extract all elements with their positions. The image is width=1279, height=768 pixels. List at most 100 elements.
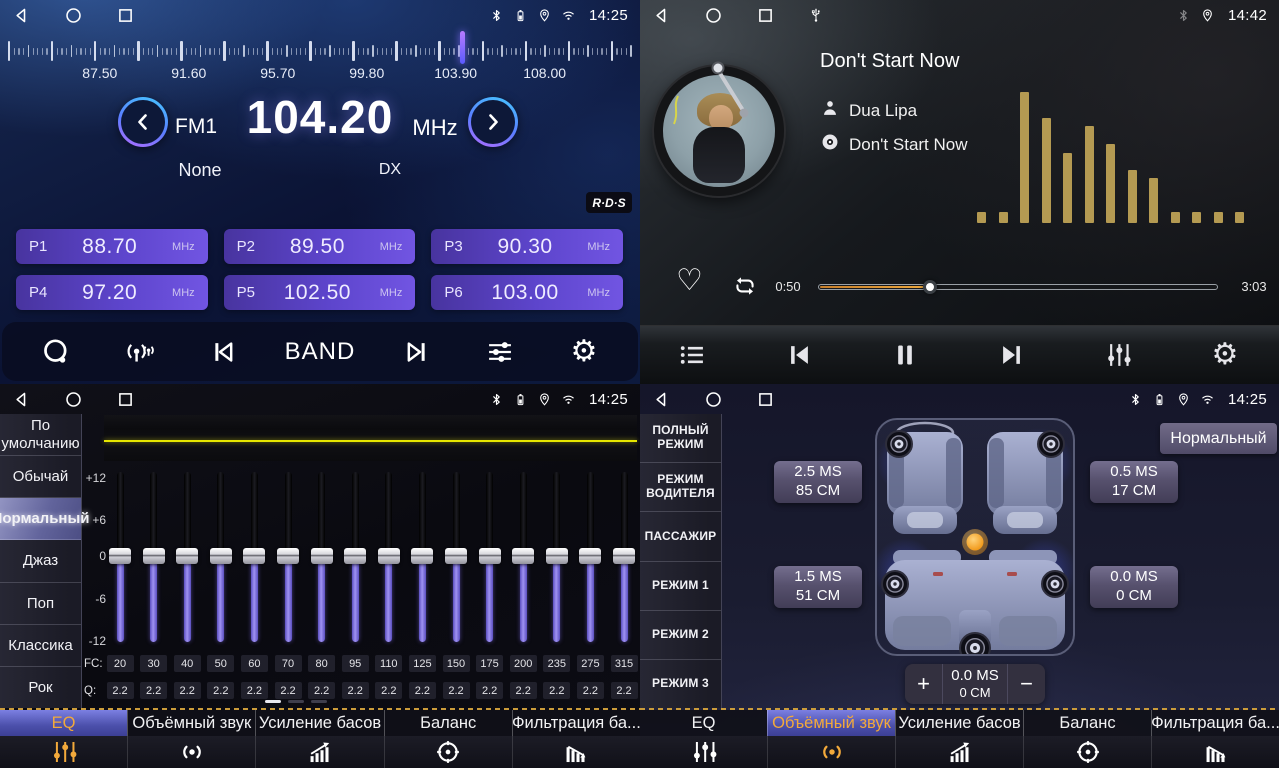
back-nav-icon[interactable]: [12, 6, 31, 25]
q-value-chip[interactable]: 2.2: [140, 682, 167, 699]
q-value-chip[interactable]: 2.2: [342, 682, 369, 699]
fc-value-chip[interactable]: 20: [107, 655, 134, 672]
q-value-chip[interactable]: 2.2: [476, 682, 503, 699]
delay-increase-button[interactable]: +: [905, 664, 942, 704]
slider-thumb[interactable]: [378, 548, 400, 564]
q-value-chip[interactable]: 2.2: [577, 682, 604, 699]
fc-value-chip[interactable]: 60: [241, 655, 268, 672]
preset-button-p3[interactable]: P390.30MHz: [431, 229, 623, 264]
q-value-chip[interactable]: 2.2: [308, 682, 335, 699]
listening-mode-item[interactable]: РЕЖИМ ВОДИТЕЛЯ: [640, 463, 721, 512]
page-indicator[interactable]: [265, 700, 327, 703]
preset-button-p1[interactable]: P188.70MHz: [16, 229, 208, 264]
home-nav-icon[interactable]: [704, 6, 723, 25]
home-nav-icon[interactable]: [64, 6, 83, 25]
eq-band-slider[interactable]: [272, 472, 304, 642]
recents-nav-icon[interactable]: [756, 6, 775, 25]
favorite-button[interactable]: ♡: [676, 266, 703, 296]
tune-down-button[interactable]: [118, 97, 168, 147]
tab-balance[interactable]: Баланс: [1023, 710, 1151, 736]
eq-band-slider[interactable]: [507, 472, 539, 642]
broadcast-button[interactable]: [118, 337, 162, 367]
usb-nav-icon[interactable]: [808, 7, 824, 23]
tab-surround[interactable]: Объёмный звук: [767, 710, 895, 736]
slider-thumb[interactable]: [344, 548, 366, 564]
tab-eq[interactable]: EQ: [0, 710, 127, 736]
eq-band-slider[interactable]: [474, 472, 506, 642]
delay-chip-rear-left[interactable]: 1.5 MS 51 CM: [774, 566, 862, 608]
recents-nav-icon[interactable]: [756, 390, 775, 409]
tab-bass-boost[interactable]: Усиление басов: [895, 710, 1023, 736]
q-value-chip[interactable]: 2.2: [611, 682, 638, 699]
slider-thumb[interactable]: [613, 548, 635, 564]
settings-button[interactable]: ⚙: [1205, 340, 1245, 370]
eq-band-slider[interactable]: [238, 472, 270, 642]
playlist-button[interactable]: [672, 340, 712, 370]
slider-thumb[interactable]: [479, 548, 501, 564]
listening-mode-item[interactable]: РЕЖИМ 3: [640, 660, 721, 708]
listening-mode-item[interactable]: РЕЖИМ 2: [640, 611, 721, 660]
skip-prev-button[interactable]: [201, 337, 245, 367]
listening-mode-item[interactable]: ПОЛНЫЙ РЕЖИМ: [640, 414, 721, 463]
tab-balance-icon[interactable]: [384, 736, 512, 768]
eq-band-slider[interactable]: [306, 472, 338, 642]
delay-chip-front-right[interactable]: 0.5 MS 17 CM: [1090, 461, 1178, 503]
tab-eq-icon[interactable]: [640, 736, 767, 768]
delay-decrease-button[interactable]: −: [1008, 664, 1045, 704]
skip-prev-filled-button[interactable]: [779, 340, 819, 370]
fc-value-chip[interactable]: 110: [375, 655, 402, 672]
eq-band-slider[interactable]: [339, 472, 371, 642]
tune-up-button[interactable]: [468, 97, 518, 147]
pause-button[interactable]: [885, 340, 925, 370]
slider-thumb[interactable]: [512, 548, 534, 564]
band-button[interactable]: BAND: [285, 338, 356, 366]
q-value-chip[interactable]: 2.2: [409, 682, 436, 699]
q-value-chip[interactable]: 2.2: [107, 682, 134, 699]
back-nav-icon[interactable]: [652, 390, 671, 409]
page-dot[interactable]: [288, 700, 304, 703]
fc-value-chip[interactable]: 150: [443, 655, 470, 672]
eq-preset-item[interactable]: Рок: [0, 667, 81, 708]
slider-thumb[interactable]: [411, 548, 433, 564]
recents-nav-icon[interactable]: [116, 390, 135, 409]
eq-band-slider[interactable]: [541, 472, 573, 642]
preset-button-p6[interactable]: P6103.00MHz: [431, 275, 623, 310]
slider-thumb[interactable]: [143, 548, 165, 564]
fc-value-chip[interactable]: 50: [207, 655, 234, 672]
q-value-chip[interactable]: 2.2: [241, 682, 268, 699]
surround-preset-button[interactable]: Нормальный: [1160, 423, 1277, 454]
v-sliders-button[interactable]: [1098, 340, 1138, 370]
slider-thumb[interactable]: [445, 548, 467, 564]
eq-preset-item[interactable]: Джаз: [0, 540, 81, 582]
q-value-chip[interactable]: 2.2: [207, 682, 234, 699]
frequency-ruler[interactable]: [8, 36, 632, 66]
slider-thumb[interactable]: [579, 548, 601, 564]
fc-value-chip[interactable]: 275: [577, 655, 604, 672]
repeat-button[interactable]: [732, 273, 758, 304]
preset-button-p5[interactable]: P5102.50MHz: [224, 275, 416, 310]
eq-band-slider[interactable]: [406, 472, 438, 642]
tab-surround-icon[interactable]: [127, 736, 255, 768]
fc-value-chip[interactable]: 315: [611, 655, 638, 672]
fc-value-chip[interactable]: 200: [510, 655, 537, 672]
tab-surround-icon[interactable]: [767, 736, 895, 768]
q-value-chip[interactable]: 2.2: [510, 682, 537, 699]
skip-next-button[interactable]: [395, 337, 439, 367]
q-value-chip[interactable]: 2.2: [375, 682, 402, 699]
slider-thumb[interactable]: [109, 548, 131, 564]
fc-value-chip[interactable]: 80: [308, 655, 335, 672]
fc-value-chip[interactable]: 40: [174, 655, 201, 672]
fc-value-chip[interactable]: 30: [140, 655, 167, 672]
listening-mode-item[interactable]: ПАССАЖИР: [640, 512, 721, 561]
q-value-chip[interactable]: 2.2: [443, 682, 470, 699]
back-nav-icon[interactable]: [652, 6, 671, 25]
preset-button-p4[interactable]: P497.20MHz: [16, 275, 208, 310]
eq-band-slider[interactable]: [574, 472, 606, 642]
delay-chip-rear-right[interactable]: 0.0 MS 0 CM: [1090, 566, 1178, 608]
preset-button-p2[interactable]: P289.50MHz: [224, 229, 416, 264]
dx-mode-label[interactable]: DX: [368, 161, 412, 179]
eq-preset-item[interactable]: По умолчанию: [0, 414, 81, 456]
delay-chip-front-left[interactable]: 2.5 MS 85 CM: [774, 461, 862, 503]
tab-bass-boost-icon[interactable]: [255, 736, 383, 768]
tab-filter[interactable]: Фильтрация ба...: [1151, 710, 1279, 736]
